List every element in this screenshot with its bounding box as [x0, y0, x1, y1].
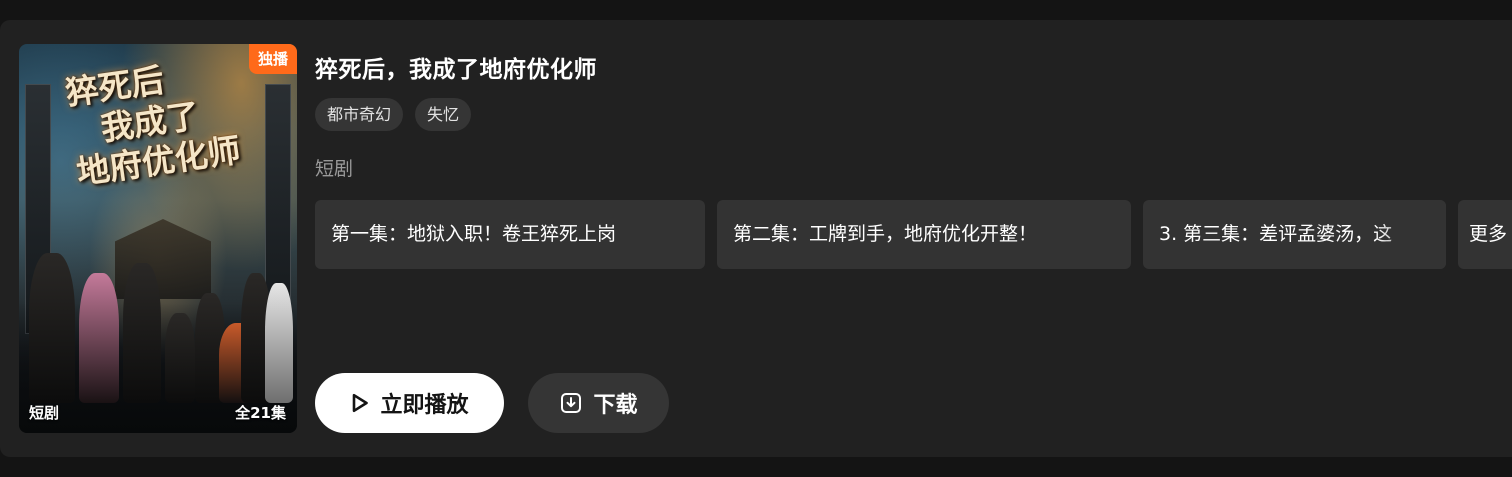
poster-characters	[19, 243, 297, 403]
more-episodes-button[interactable]: 更多	[1458, 200, 1512, 269]
play-now-label: 立即播放	[380, 393, 469, 418]
download-button[interactable]: 下载	[528, 373, 669, 433]
episode-list: 第一集：地狱入职！卷王猝死上岗 第二集：工牌到手，地府优化开整！ 3. 第三集：…	[315, 200, 1512, 269]
episode-item[interactable]: 3. 第三集：差评孟婆汤，这	[1143, 200, 1446, 269]
poster-image[interactable]: 猝死后 我成了 地府优化师 独播 短剧 全21集	[19, 44, 297, 433]
genre-tag[interactable]: 都市奇幻	[315, 98, 404, 131]
poster-type-label: 短剧	[29, 404, 60, 422]
download-label: 下载	[593, 393, 638, 418]
episode-label: 第一集：地狱入职！卷王猝死上岗	[331, 223, 617, 245]
play-now-button[interactable]: 立即播放	[315, 373, 504, 433]
drama-title[interactable]: 猝死后，我成了地府优化师	[315, 50, 597, 84]
poster-episode-count: 全21集	[235, 404, 286, 422]
genre-tag[interactable]: 失忆	[415, 98, 472, 131]
more-label: 更多	[1469, 223, 1508, 245]
episode-item[interactable]: 第一集：地狱入职！卷王猝死上岗	[315, 200, 705, 269]
download-icon	[559, 391, 583, 415]
exclusive-badge: 独播	[248, 44, 297, 74]
genre-tags: 都市奇幻 失忆	[315, 98, 472, 131]
drama-card: 猝死后 我成了 地府优化师 独播 短剧 全21集 猝死后，我成了地府优化师 都市…	[0, 20, 1512, 457]
episode-item[interactable]: 第二集：工牌到手，地府优化开整！	[717, 200, 1131, 269]
category-label: 短剧	[315, 158, 354, 180]
episode-label: 3. 第三集：差评孟婆汤，这	[1159, 223, 1393, 245]
episode-label: 第二集：工牌到手，地府优化开整！	[733, 223, 1038, 245]
play-icon	[350, 392, 370, 414]
